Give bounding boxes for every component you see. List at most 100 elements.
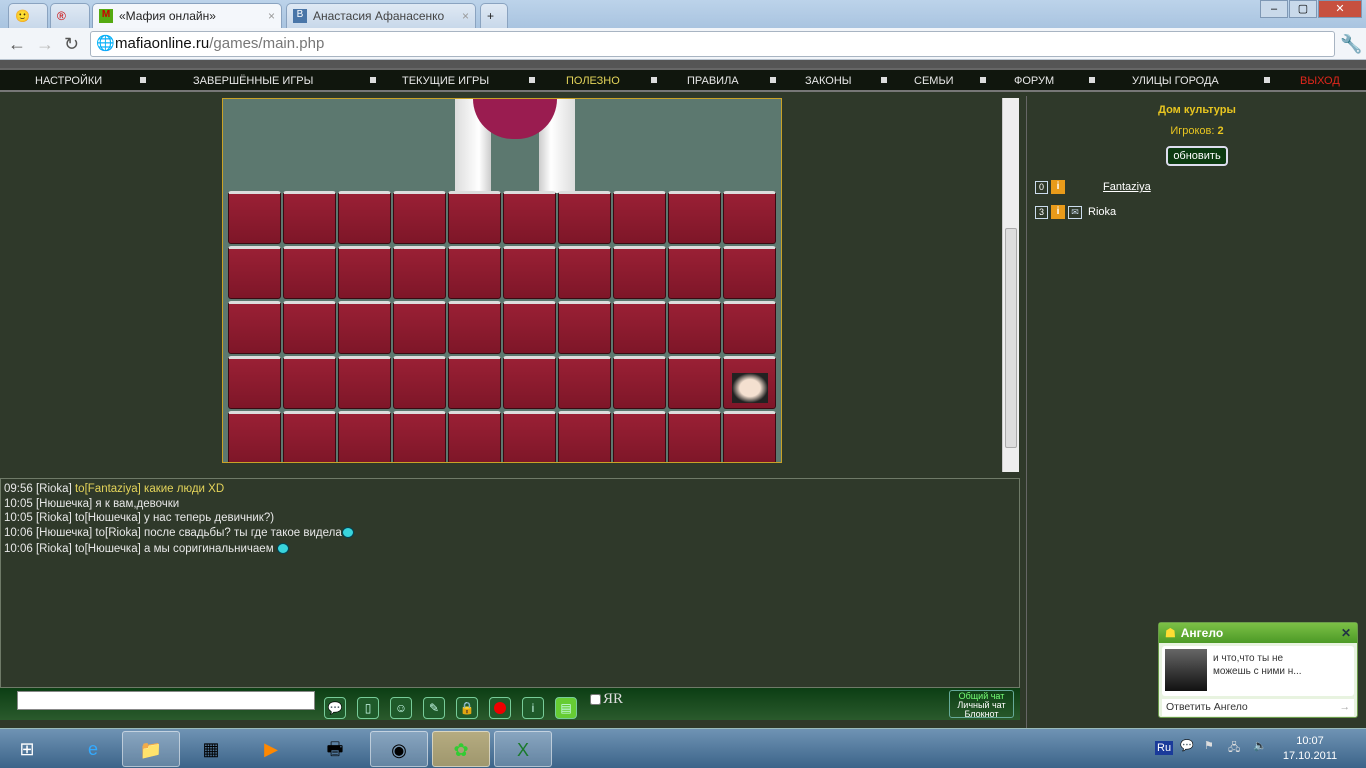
recipient-nick[interactable]: to[Нюшечка] (75, 543, 141, 555)
board-cell[interactable] (558, 191, 611, 244)
info-icon[interactable]: i (1051, 180, 1065, 194)
board-cell[interactable] (283, 191, 336, 244)
menu-item[interactable]: ТЕКУЩИЕ ИГРЫ (402, 75, 489, 87)
menu-item[interactable]: УЛИЦЫ ГОРОДА (1132, 75, 1219, 87)
sender-nick[interactable]: [Rioka] (36, 543, 72, 555)
board-cell[interactable] (338, 301, 391, 354)
close-tab-icon[interactable]: × (462, 9, 469, 23)
maximize-button[interactable]: ▢ (1289, 0, 1317, 18)
media-taskbar-icon[interactable]: ▶ (242, 731, 300, 767)
board-cell[interactable] (338, 411, 391, 462)
close-window-button[interactable]: ✕ (1318, 0, 1362, 18)
board-cell[interactable] (228, 191, 281, 244)
menu-item[interactable]: ФОРУМ (1014, 75, 1054, 87)
board-cell[interactable] (613, 411, 666, 462)
ie-taskbar-icon[interactable]: e (64, 731, 122, 767)
menu-item[interactable]: ЗАВЕРШЁННЫЕ ИГРЫ (193, 75, 313, 87)
recipient-nick[interactable]: to[Нюшечка] (75, 512, 141, 524)
wrench-icon[interactable]: 🔧 (1340, 34, 1362, 55)
chat-tray-icon[interactable]: 💬 (1180, 739, 1194, 752)
reply-button[interactable]: Ответить Ангело → (1162, 699, 1354, 716)
game-scrollbar[interactable] (1002, 98, 1019, 472)
clock[interactable]: 10:07 17.10.2011 (1280, 734, 1340, 764)
volume-icon[interactable]: 🔈 (1253, 739, 1267, 752)
start-button[interactable]: ⊞ (2, 731, 52, 767)
board-cell[interactable] (558, 411, 611, 462)
action-center-icon[interactable]: ⚑ (1204, 739, 1214, 752)
board-cell[interactable] (503, 301, 556, 354)
board-cell[interactable] (448, 411, 501, 462)
sender-nick[interactable]: [Нюшечка] (36, 527, 92, 539)
board-cell[interactable] (228, 246, 281, 299)
board-cell[interactable] (723, 356, 776, 409)
board-cell[interactable] (393, 246, 446, 299)
board-cell[interactable] (723, 246, 776, 299)
board-cell[interactable] (338, 191, 391, 244)
minimize-button[interactable]: – (1260, 0, 1288, 18)
player-name-link[interactable]: Fantaziya (1103, 181, 1151, 193)
icq-taskbar-icon[interactable]: ✿ (432, 731, 490, 767)
scroll-thumb[interactable] (1005, 228, 1017, 448)
board-cell[interactable] (283, 246, 336, 299)
menu-item[interactable]: ВЫХОД (1300, 75, 1340, 87)
board-cell[interactable] (503, 246, 556, 299)
board-cell[interactable] (723, 411, 776, 462)
screen-button[interactable]: ▤ (555, 697, 577, 719)
mode-notepad[interactable]: Блокнот (950, 710, 1013, 719)
board-cell[interactable] (613, 191, 666, 244)
info-button[interactable]: i (522, 697, 544, 719)
board-cell[interactable] (448, 246, 501, 299)
board-cell[interactable] (613, 246, 666, 299)
board-cell[interactable] (558, 246, 611, 299)
board-cell[interactable] (668, 191, 721, 244)
tab-vk[interactable]: B Анастасия Афанасенко × (286, 3, 476, 28)
refresh-button[interactable]: обновить (1166, 146, 1228, 166)
printer-taskbar-icon[interactable]: 🖶 (306, 731, 364, 767)
board-cell[interactable] (668, 356, 721, 409)
player-name[interactable]: Rioka (1088, 206, 1116, 218)
tab-pinned-1[interactable]: 🙂 (8, 3, 48, 28)
sender-nick[interactable]: [Нюшечка] (36, 498, 92, 510)
address-bar[interactable]: 🌐 mafiaonline.ru/games/main.php (90, 31, 1335, 57)
board-cell[interactable] (283, 301, 336, 354)
calculator-taskbar-icon[interactable]: ▦ (182, 731, 240, 767)
board-cell[interactable] (723, 191, 776, 244)
menu-item[interactable]: НАСТРОЙКИ (35, 75, 102, 87)
board-cell[interactable] (338, 246, 391, 299)
board-cell[interactable] (283, 411, 336, 462)
board-cell[interactable] (558, 301, 611, 354)
eraser-button[interactable]: ✎ (423, 697, 445, 719)
notification-body[interactable]: и что,что ты не можешь с ними н... (1162, 646, 1354, 696)
back-button[interactable]: ← (8, 34, 26, 55)
board-cell[interactable] (393, 301, 446, 354)
board-cell[interactable] (668, 411, 721, 462)
board-cell[interactable] (448, 191, 501, 244)
board-cell[interactable] (448, 301, 501, 354)
record-button[interactable] (489, 697, 511, 719)
translit-checkbox[interactable] (590, 694, 601, 705)
phone-button[interactable]: ▯ (357, 697, 379, 719)
board-cell[interactable] (558, 356, 611, 409)
board-cell[interactable] (228, 411, 281, 462)
board-cell[interactable] (613, 356, 666, 409)
menu-item[interactable]: ПРАВИЛА (687, 75, 739, 87)
recipient-nick[interactable]: to[Rioka] (95, 527, 140, 539)
speech-bubble-button[interactable]: 💬 (324, 697, 346, 719)
board-cell[interactable] (503, 411, 556, 462)
forward-button[interactable]: → (36, 34, 54, 55)
excel-taskbar-icon[interactable]: X (494, 731, 552, 767)
sender-nick[interactable]: [Rioka] (36, 512, 72, 524)
chrome-taskbar-icon[interactable]: ◉ (370, 731, 428, 767)
board-cell[interactable] (228, 356, 281, 409)
board-cell[interactable] (668, 301, 721, 354)
board-cell[interactable] (448, 356, 501, 409)
chat-input[interactable] (17, 691, 315, 710)
board-cell[interactable] (503, 356, 556, 409)
board-cell[interactable] (393, 356, 446, 409)
board-cell[interactable] (393, 411, 446, 462)
board-cell[interactable] (723, 301, 776, 354)
smiley-button[interactable]: ☺ (390, 697, 412, 719)
board-cell[interactable] (393, 191, 446, 244)
board-cell[interactable] (503, 191, 556, 244)
recipient-nick[interactable]: to[Fantaziya] (75, 483, 141, 495)
